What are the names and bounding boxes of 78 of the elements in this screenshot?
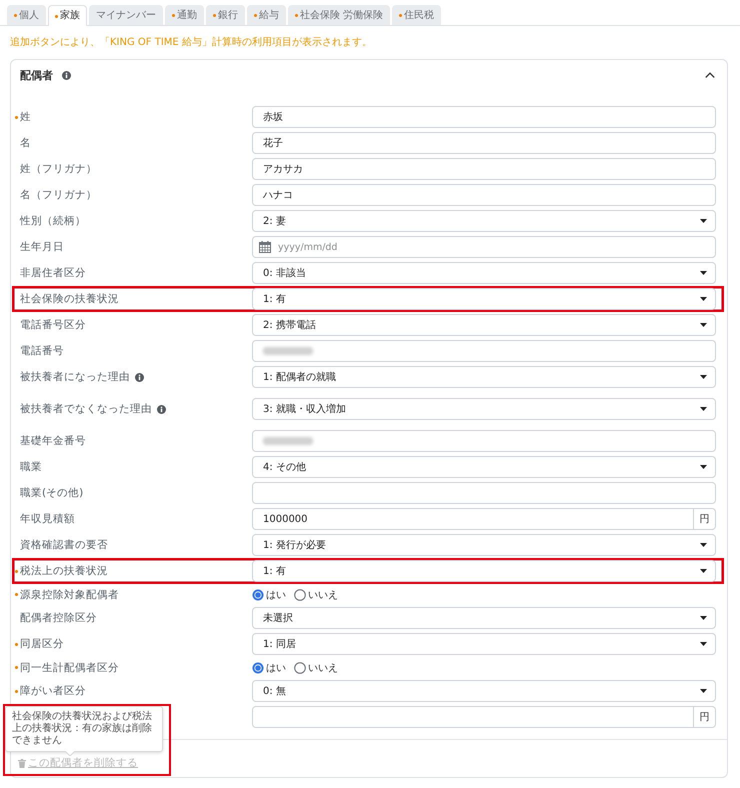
caret-down-icon: [700, 616, 707, 620]
tab[interactable]: 住民税: [392, 5, 442, 25]
field-label: 源泉控除対象配偶者: [20, 588, 119, 602]
trash-icon: [18, 759, 26, 768]
input-field[interactable]: 赤坂: [252, 106, 716, 128]
caret-down-icon: [700, 219, 707, 223]
tab[interactable]: マイナンバー: [89, 5, 163, 25]
field-label: 同居区分: [20, 637, 64, 651]
field-label: 資格確認書の要否: [20, 538, 108, 552]
caret-down-icon: [700, 543, 707, 547]
field-label: 税法上の扶養状況: [20, 564, 108, 578]
tab[interactable]: 銀行: [206, 5, 245, 25]
tooltip: 社会保険の扶養状況および税法上の扶養状況：有の家族は削除できません: [5, 706, 163, 752]
caret-down-icon: [700, 297, 707, 301]
field-label: 性別（続柄）: [20, 214, 86, 228]
unit-addon: 円: [694, 706, 716, 728]
unit-addon: 円: [694, 508, 716, 530]
select-field[interactable]: 1: 発行が必要: [252, 534, 716, 556]
caret-down-icon: [700, 569, 707, 573]
tab[interactable]: 家族: [48, 5, 87, 26]
caret-down-icon: [700, 689, 707, 693]
select-field[interactable]: 1: 同居: [252, 633, 716, 655]
card-title: 配偶者: [20, 68, 53, 82]
select-field[interactable]: 2: 携帯電話: [252, 314, 716, 336]
caret-down-icon: [700, 323, 707, 327]
input-field[interactable]: [252, 430, 716, 452]
field-label: 電話番号区分: [20, 318, 86, 332]
input-field[interactable]: ハナコ: [252, 184, 716, 206]
tooltip-arrow-icon: [65, 751, 75, 756]
field-label: 基礎年金番号: [20, 434, 86, 448]
field-label: 同一生計配偶者区分: [20, 660, 119, 674]
caret-down-icon: [700, 375, 707, 379]
caret-down-icon: [700, 271, 707, 275]
calendar-icon: [259, 241, 271, 253]
field-label: 姓（フリガナ）: [20, 162, 97, 176]
select-field[interactable]: 3: 就職・収入増加: [252, 398, 716, 420]
date-field[interactable]: yyyy/mm/dd: [252, 236, 716, 258]
tab[interactable]: 給与: [247, 5, 286, 25]
field-label: 名（フリガナ）: [20, 188, 97, 202]
input-field[interactable]: アカサカ: [252, 158, 716, 180]
radio-option[interactable]: はい: [252, 588, 286, 602]
field-label: 姓: [20, 110, 31, 124]
chevron-up-icon[interactable]: [705, 72, 715, 78]
select-field[interactable]: 1: 有: [252, 288, 716, 310]
field-label: 非居住者区分: [20, 266, 86, 280]
notice-text: 追加ボタンにより、「KING OF TIME 給与」計算時の利用項目が表示されます。: [10, 36, 373, 49]
tab[interactable]: 個人: [7, 5, 46, 25]
field-label: 職業(その他): [20, 486, 84, 500]
select-field[interactable]: 0: 無: [252, 680, 716, 702]
input-field[interactable]: [252, 340, 716, 362]
field-label: 職業: [20, 460, 42, 474]
input-field[interactable]: [252, 706, 694, 728]
select-field[interactable]: 未選択: [252, 607, 716, 629]
select-field[interactable]: 0: 非該当: [252, 262, 716, 284]
field-label: 被扶養者になった理由: [20, 370, 130, 384]
select-field[interactable]: 2: 妻: [252, 210, 716, 232]
caret-down-icon: [700, 465, 707, 469]
tab[interactable]: 社会保険 労働保険: [288, 5, 390, 25]
radio-option[interactable]: いいえ: [294, 588, 338, 602]
input-field[interactable]: 1000000: [252, 508, 694, 530]
tab[interactable]: 通勤: [165, 5, 204, 25]
field-label: 社会保険の扶養状況: [20, 292, 119, 306]
caret-down-icon: [700, 407, 707, 411]
field-label: 配偶者控除区分: [20, 611, 97, 625]
field-label: 被扶養者でなくなった理由: [20, 402, 152, 416]
radio-option[interactable]: いいえ: [294, 660, 338, 674]
field-label: 年収見積額: [20, 512, 75, 526]
select-field[interactable]: 1: 配偶者の就職: [252, 366, 716, 388]
field-label: 生年月日: [20, 240, 64, 254]
input-field[interactable]: 花子: [252, 132, 716, 154]
caret-down-icon: [700, 642, 707, 646]
input-field[interactable]: [252, 482, 716, 504]
field-label: 名: [20, 136, 31, 150]
radio-option[interactable]: はい: [252, 660, 286, 674]
select-field[interactable]: 4: その他: [252, 456, 716, 478]
select-field[interactable]: 1: 有: [252, 560, 716, 582]
field-label: 電話番号: [20, 344, 64, 358]
field-label: 障がい者区分: [20, 684, 86, 698]
